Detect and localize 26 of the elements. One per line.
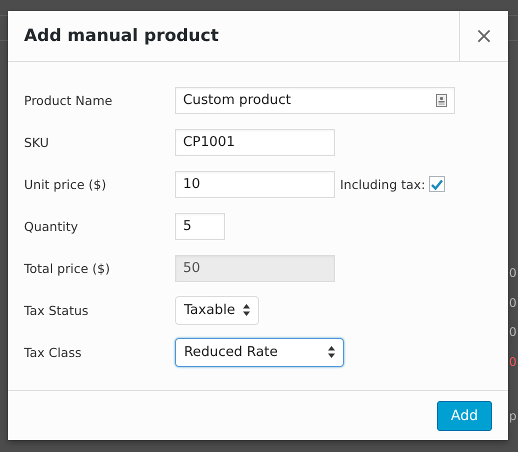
field-label: Total price ($)	[24, 260, 111, 276]
input-field[interactable]: 5	[175, 212, 225, 240]
field-label: Quantity	[24, 218, 80, 234]
select-dropdown[interactable]: Reduced Rate	[175, 338, 344, 366]
updown-arrow-icon	[328, 346, 335, 358]
close-button[interactable]: ×	[459, 11, 508, 61]
field-label: Tax Status	[24, 302, 90, 318]
checkbox[interactable]	[429, 176, 446, 192]
select-dropdown[interactable]: Taxable	[175, 296, 259, 324]
amount-text: 0	[509, 296, 517, 310]
updown-arrow-icon	[243, 304, 250, 316]
input-field[interactable]: Custom product	[175, 86, 455, 114]
amount-text: 0	[509, 325, 517, 339]
field-label: Product Name	[24, 92, 114, 108]
input-field[interactable]: 10	[175, 170, 335, 198]
input-field[interactable]: CP1001	[175, 128, 335, 156]
field-label: Tax Class	[24, 344, 82, 360]
background-text: p	[509, 409, 517, 423]
readonly-field: 50	[175, 254, 335, 282]
amount-text: 0	[509, 355, 517, 369]
field-label: Unit price ($)	[24, 176, 108, 192]
including-tax-label: Including tax:	[340, 176, 426, 192]
contact-card-icon	[436, 94, 447, 106]
amount-text: 0	[509, 266, 517, 280]
field-label: SKU	[24, 134, 50, 150]
dialog-title: Add manual product	[23, 26, 220, 46]
